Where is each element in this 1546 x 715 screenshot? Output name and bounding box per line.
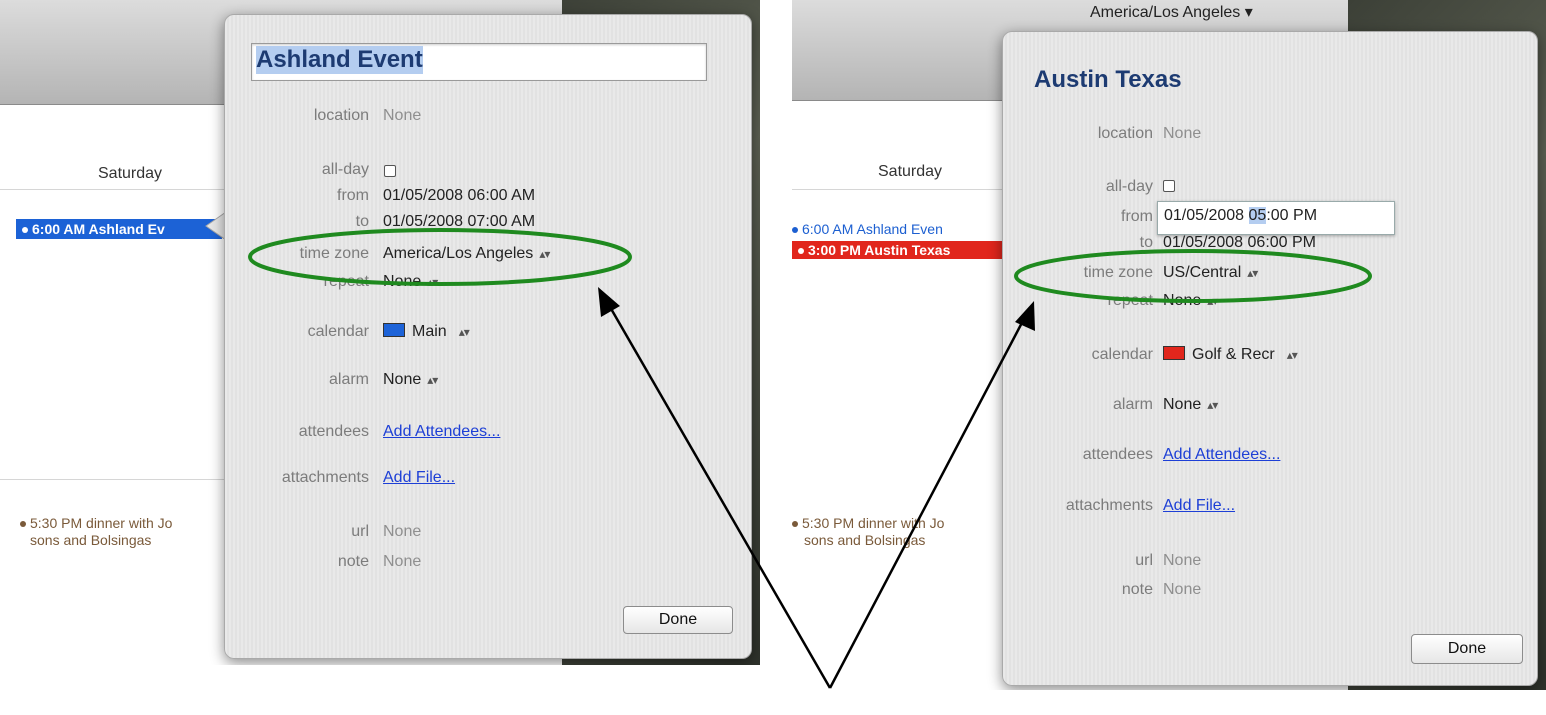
annotation-overlay xyxy=(248,228,1372,689)
arrow-head-left xyxy=(598,287,620,317)
highlight-ellipse-right xyxy=(1014,249,1372,303)
arrow-line-right xyxy=(828,314,1028,689)
arrow-line-left xyxy=(604,299,832,689)
arrow-head-right xyxy=(1015,301,1035,331)
highlight-ellipse-left xyxy=(248,228,632,286)
